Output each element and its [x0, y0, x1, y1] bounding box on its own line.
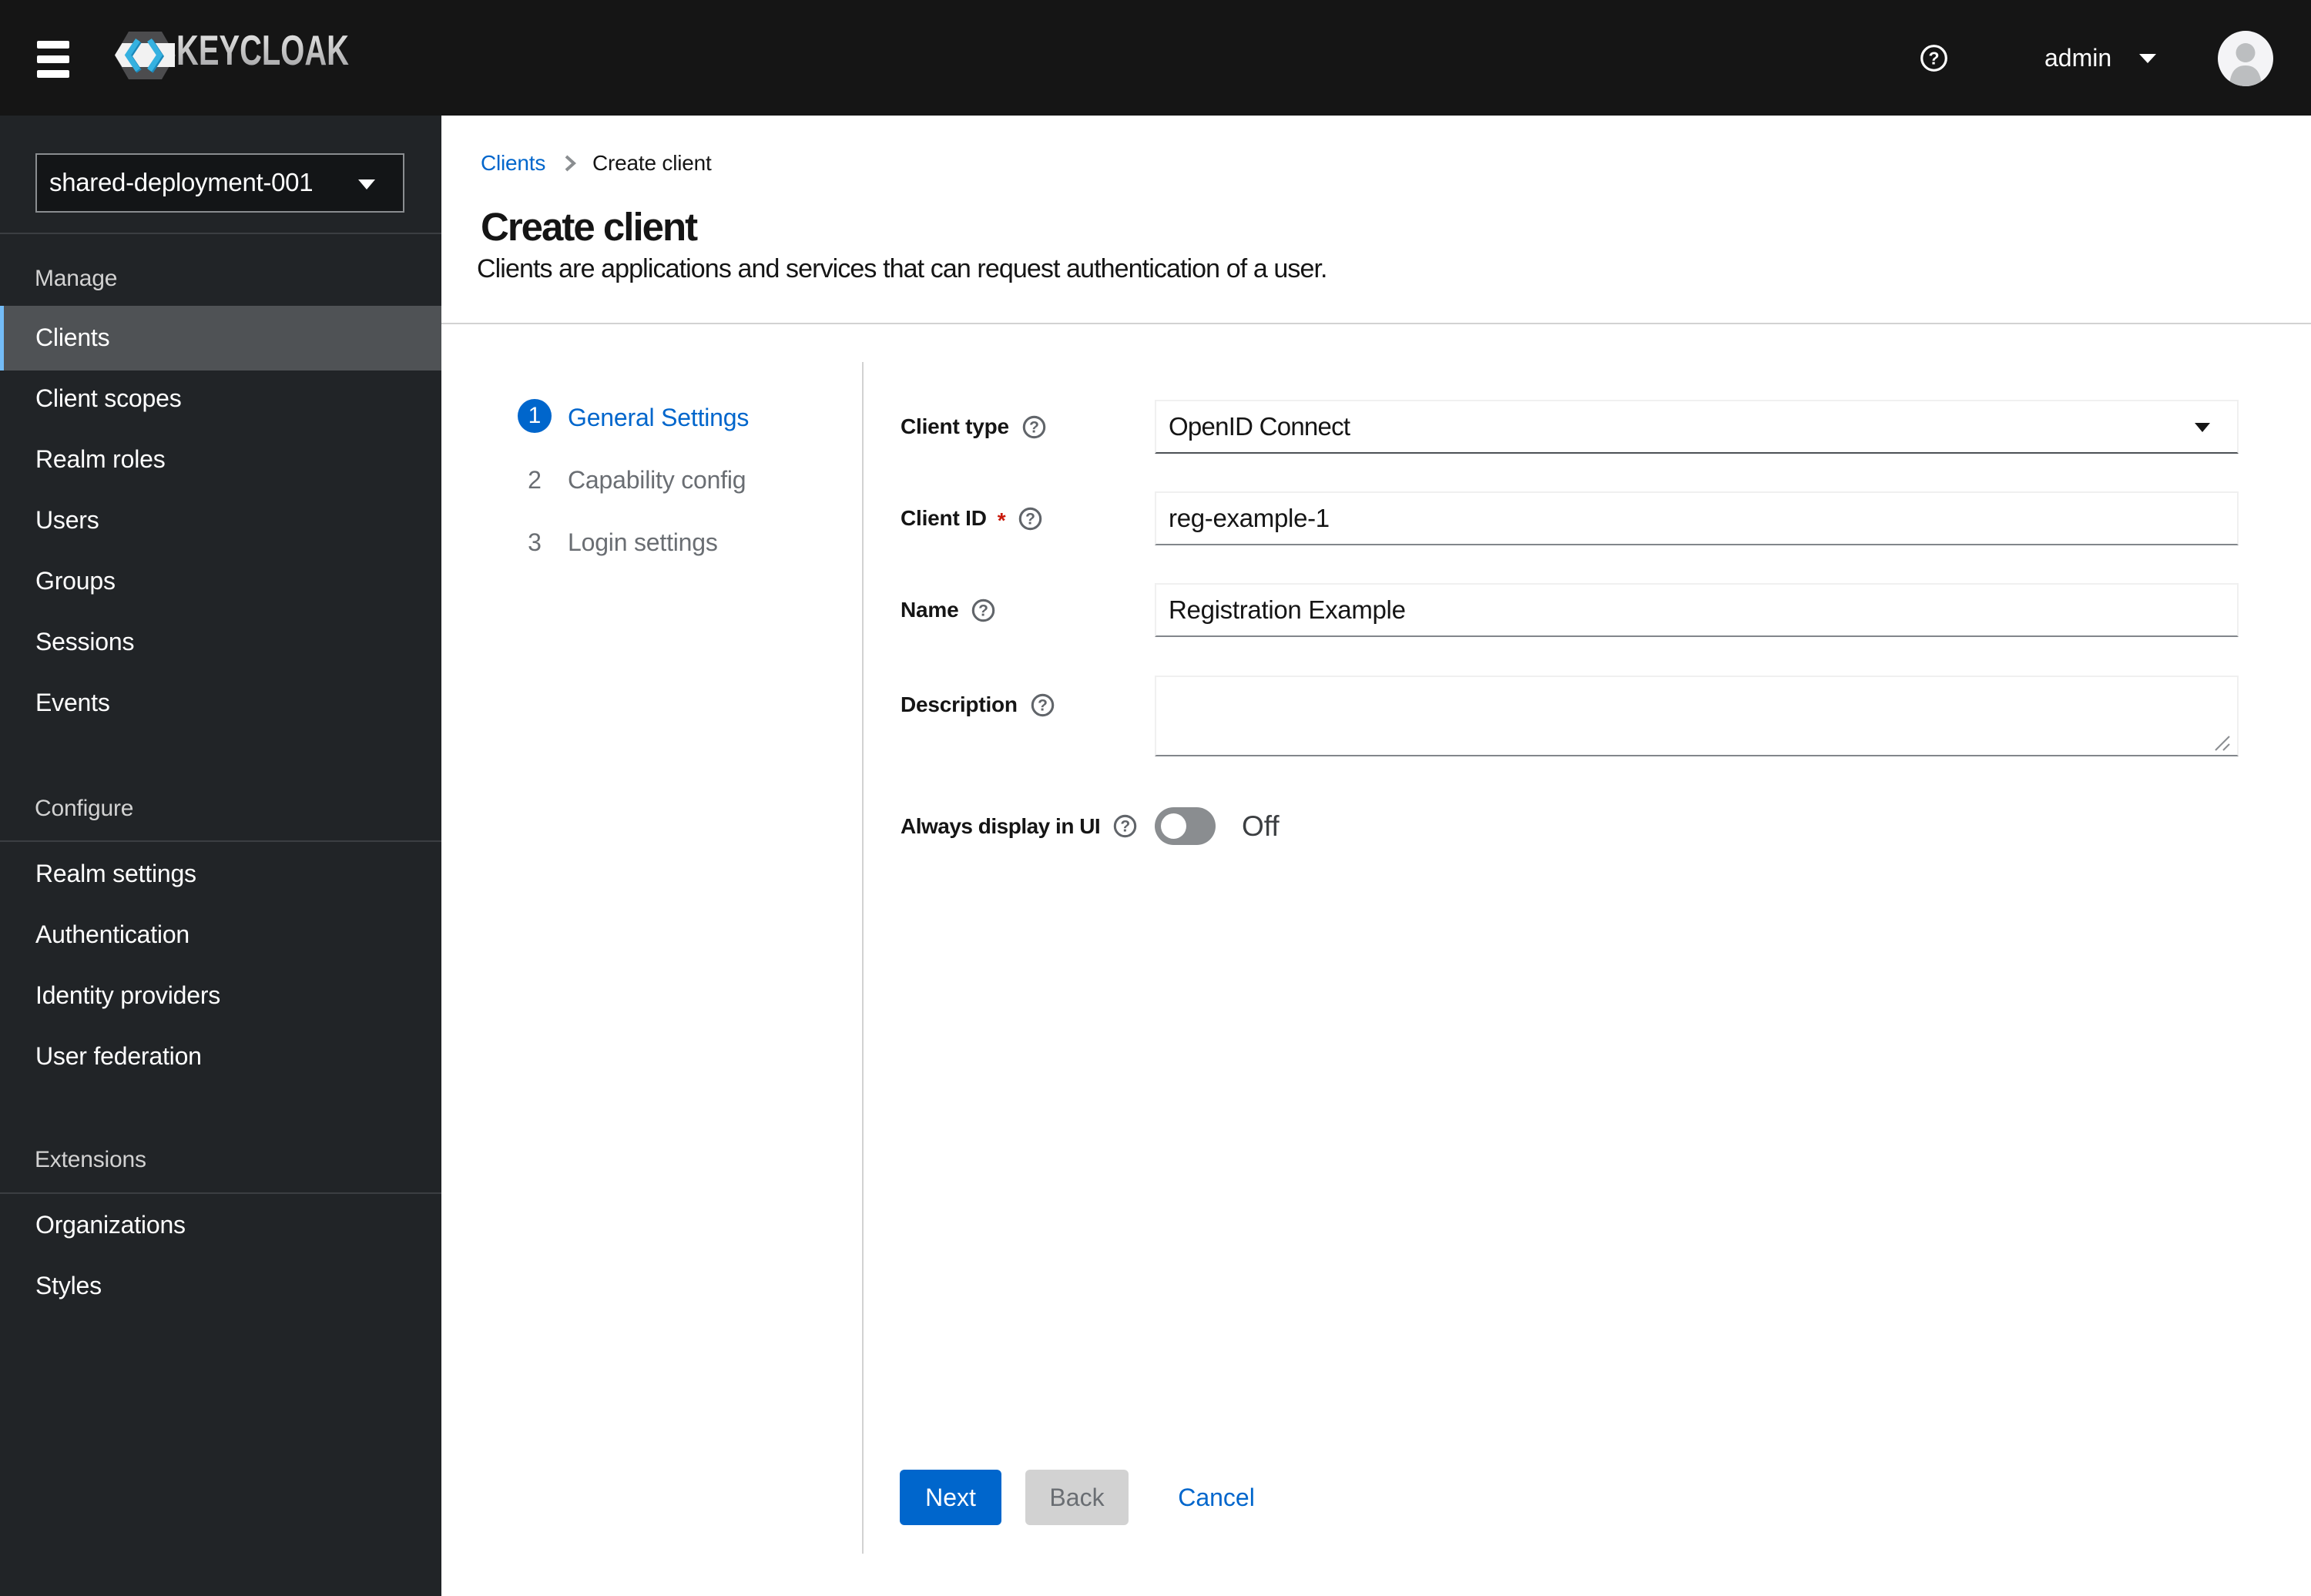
svg-text:?: ?: [1928, 49, 1939, 69]
svg-text:KEYCLOAK: KEYCLOAK: [176, 31, 349, 74]
svg-text:?: ?: [1029, 418, 1039, 436]
svg-text:?: ?: [1026, 510, 1036, 528]
svg-text:?: ?: [1038, 696, 1048, 714]
svg-text:?: ?: [1121, 818, 1130, 836]
svg-text:?: ?: [979, 602, 989, 619]
